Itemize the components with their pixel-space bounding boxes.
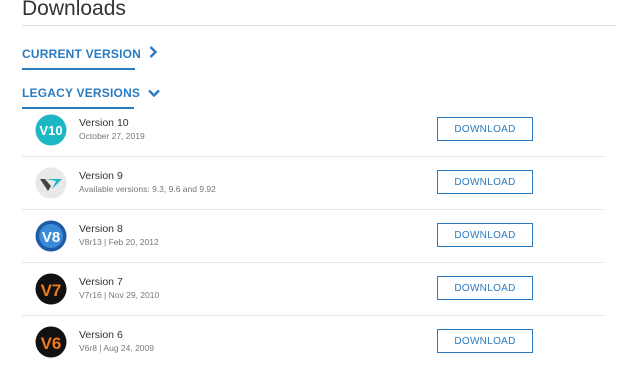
v7-logo-icon: V7 bbox=[35, 273, 67, 305]
v6-logo-icon: V6 bbox=[35, 326, 67, 358]
current-version-underline bbox=[22, 68, 135, 70]
version-name: Version 9 bbox=[79, 170, 123, 182]
list-item: V6 Version 6 V6r8 | Aug 24, 2009 DOWNLOA… bbox=[22, 316, 604, 368]
current-version-label: CURRENT VERSION bbox=[22, 47, 142, 61]
legacy-versions-list: V10 Version 10 October 27, 2019 DOWNLOAD… bbox=[22, 104, 604, 368]
version-detail: V8r13 | Feb 20, 2012 bbox=[79, 237, 159, 247]
current-version-link[interactable]: CURRENT VERSION bbox=[22, 45, 158, 70]
v8-logo-text: V8 bbox=[42, 229, 60, 246]
download-button[interactable]: DOWNLOAD bbox=[437, 170, 533, 194]
list-item: V8 Version 8 V8r13 | Feb 20, 2012 DOWNLO… bbox=[22, 210, 604, 263]
chevron-right-icon bbox=[149, 45, 158, 63]
version-name: Version 6 bbox=[79, 329, 123, 341]
version-name: Version 10 bbox=[79, 117, 129, 129]
title-divider bbox=[22, 25, 616, 26]
v8-logo-icon: V8 bbox=[35, 220, 67, 252]
version-name: Version 7 bbox=[79, 276, 123, 288]
v10-logo-text: V10 bbox=[39, 123, 62, 138]
version-detail: V7r16 | Nov 29, 2010 bbox=[79, 290, 160, 300]
download-button[interactable]: DOWNLOAD bbox=[437, 276, 533, 300]
version-name: Version 8 bbox=[79, 223, 123, 235]
list-item: Version 9 Available versions: 9.3, 9.6 a… bbox=[22, 157, 604, 210]
download-button[interactable]: DOWNLOAD bbox=[437, 117, 533, 141]
list-item: V10 Version 10 October 27, 2019 DOWNLOAD bbox=[22, 104, 604, 157]
version-detail: Available versions: 9.3, 9.6 and 9.92 bbox=[79, 184, 216, 194]
version-detail: V6r8 | Aug 24, 2009 bbox=[79, 343, 154, 353]
chevron-down-icon bbox=[148, 84, 160, 102]
legacy-versions-link[interactable]: LEGACY VERSIONS bbox=[22, 84, 160, 109]
v7-logo-text: V7 bbox=[41, 281, 62, 300]
download-button[interactable]: DOWNLOAD bbox=[437, 329, 533, 353]
list-item: V7 Version 7 V7r16 | Nov 29, 2010 DOWNLO… bbox=[22, 263, 604, 316]
v6-logo-text: V6 bbox=[41, 334, 62, 353]
v9-logo-icon bbox=[35, 167, 67, 199]
download-button[interactable]: DOWNLOAD bbox=[437, 223, 533, 247]
legacy-versions-label: LEGACY VERSIONS bbox=[22, 86, 141, 100]
page-title: Downloads bbox=[22, 0, 126, 20]
v10-logo-icon: V10 bbox=[35, 114, 67, 146]
version-detail: October 27, 2019 bbox=[79, 131, 145, 141]
